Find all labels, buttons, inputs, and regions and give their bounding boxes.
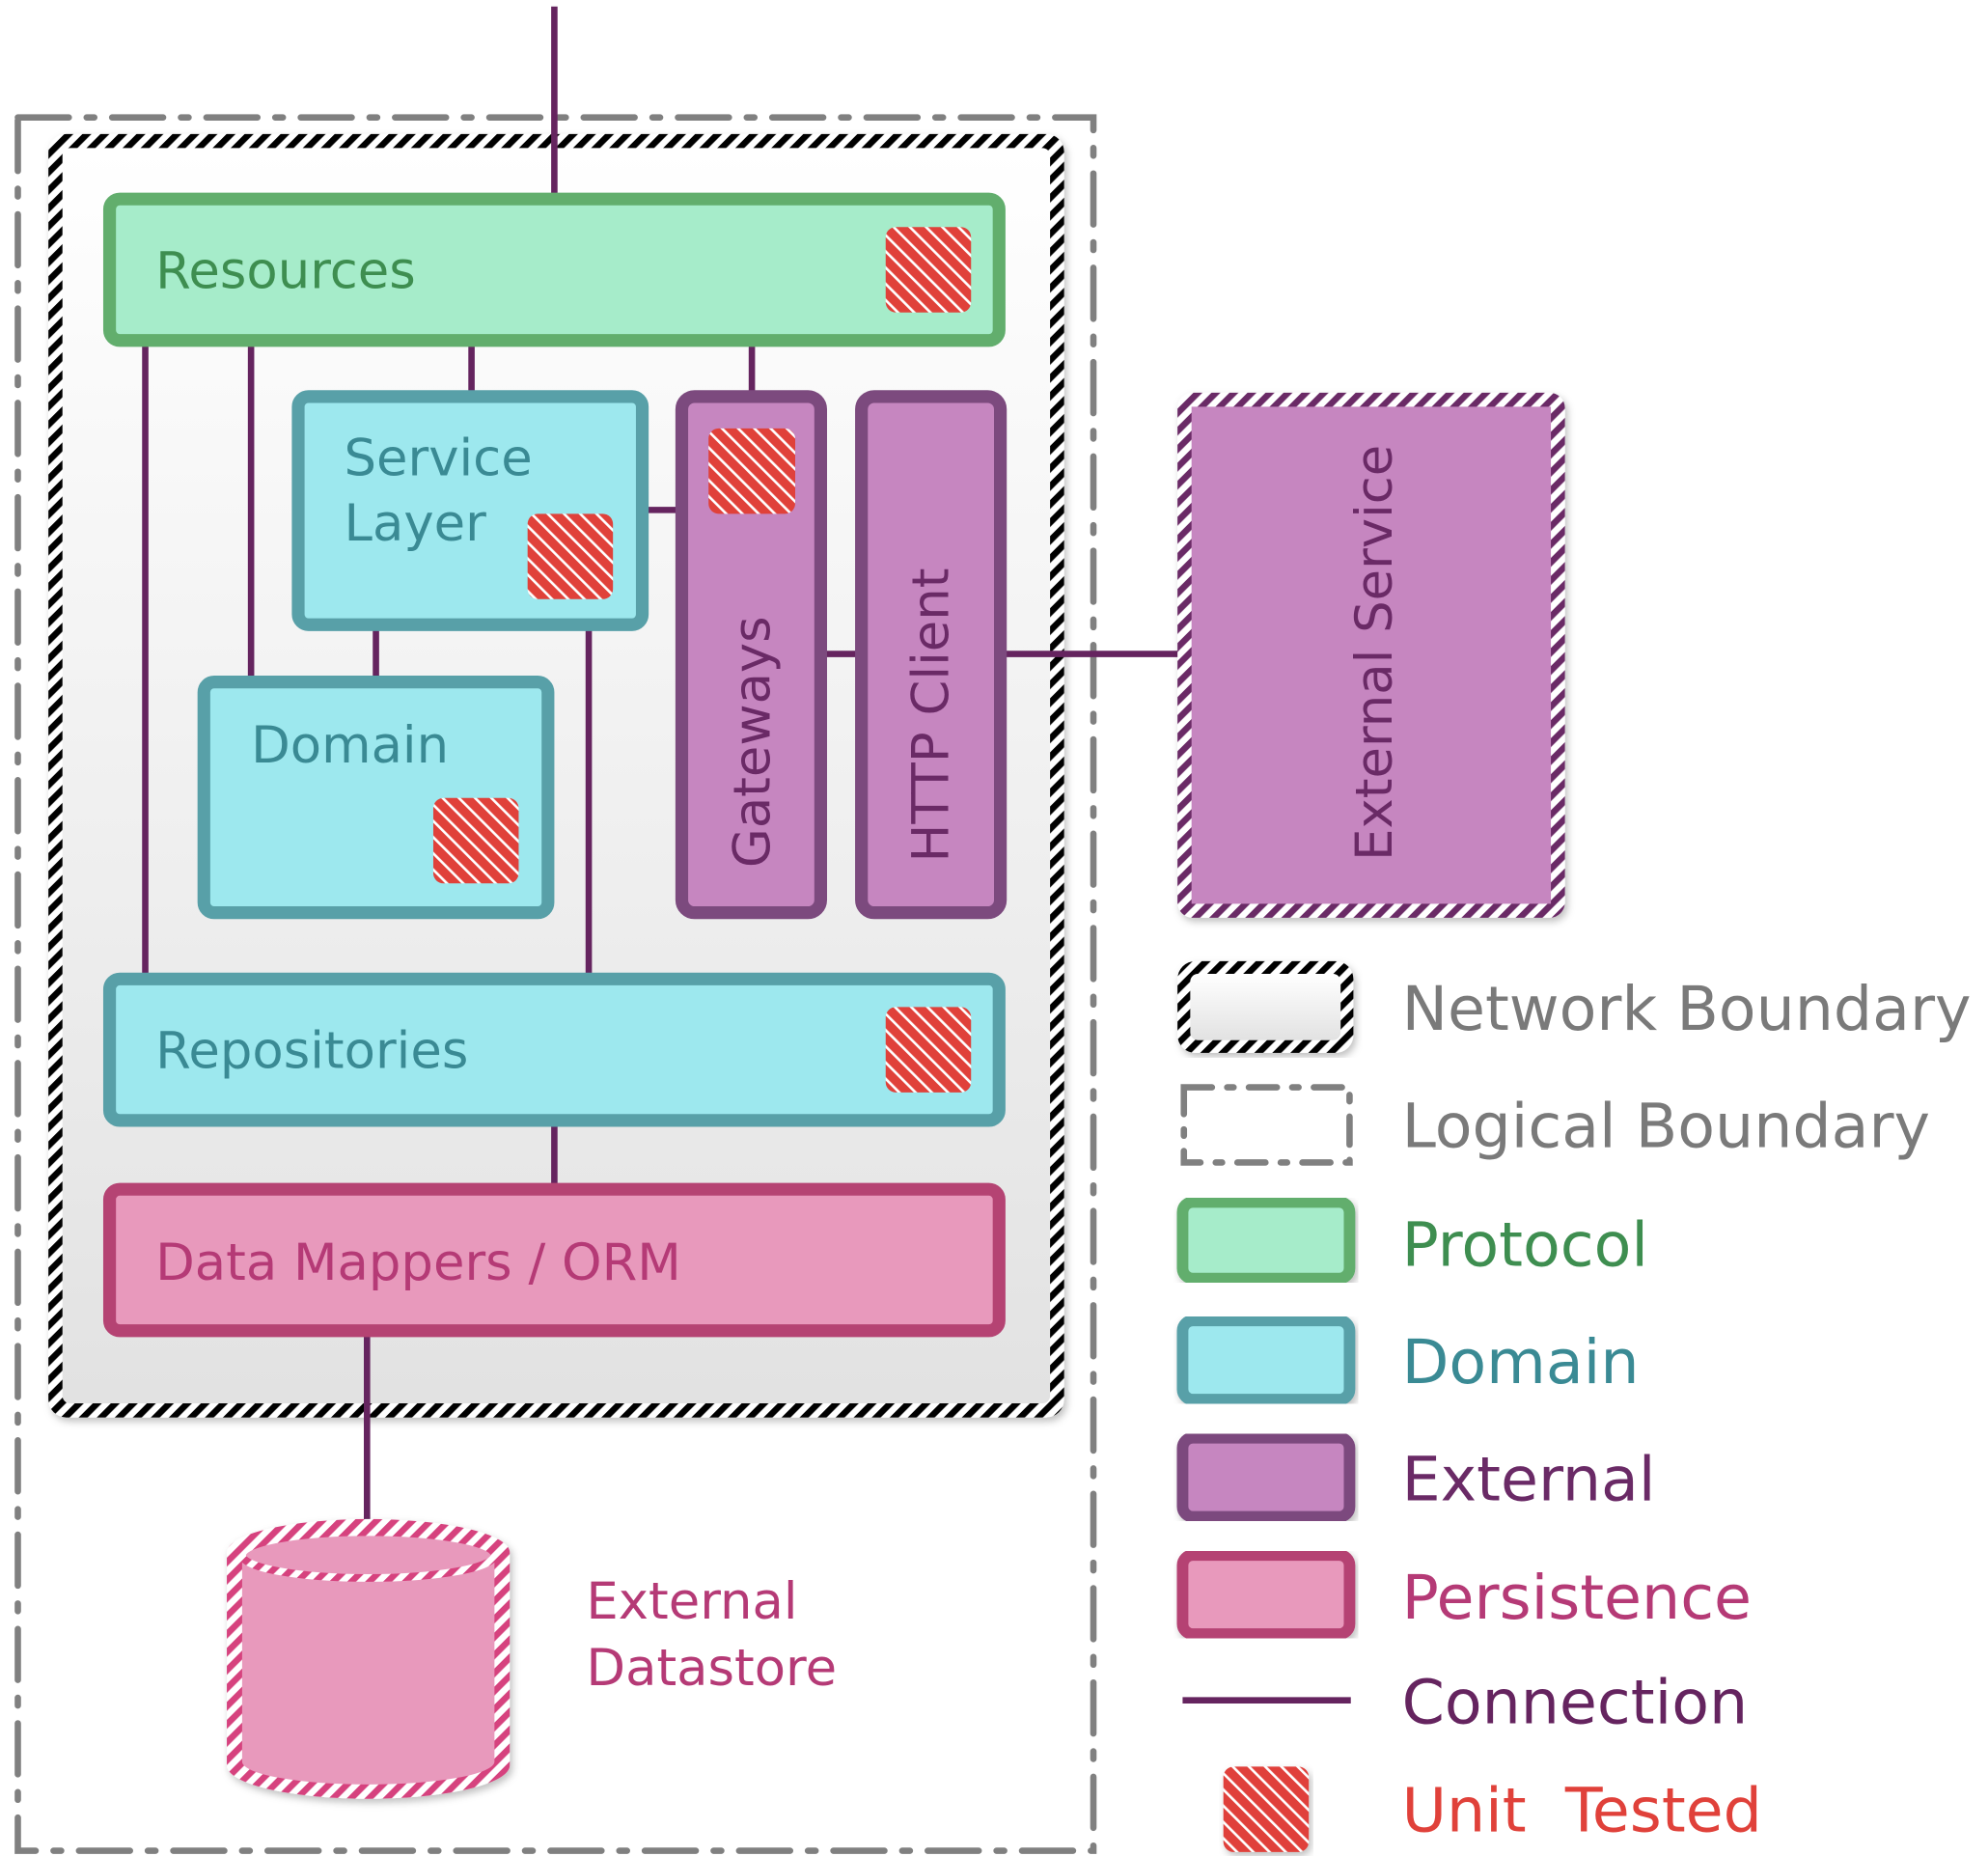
legend-external-label: External <box>1402 1443 1656 1514</box>
http-client-label: HTTP Client <box>901 568 960 863</box>
legend-network-boundary <box>1177 960 1354 1053</box>
legend-protocol-label: Protocol <box>1402 1208 1648 1280</box>
gateways-box: Gateways <box>675 390 828 920</box>
unit-tested-icon <box>885 227 972 313</box>
legend-logical-boundary <box>1180 1084 1353 1166</box>
http-client-box: HTTP Client <box>855 390 1008 920</box>
legend-persistence-swatch <box>1176 1549 1356 1641</box>
legend-logical-boundary-label: Logical Boundary <box>1402 1091 1930 1162</box>
legend-network-boundary-label: Network Boundary <box>1402 973 1972 1044</box>
external-service-box: External Service <box>1177 392 1565 918</box>
data-mappers-box: Data Mappers / ORM <box>102 1182 1006 1338</box>
legend-unit-tested-icon <box>1223 1766 1310 1852</box>
repositories-box: Repositories <box>102 972 1006 1127</box>
legend-persistence-label: Persistence <box>1402 1562 1753 1633</box>
external-service-label: External Service <box>1345 445 1404 861</box>
legend: Network Boundary Logical Boundary Protoc… <box>1176 960 1972 1852</box>
legend-connection-label: Connection <box>1402 1667 1749 1738</box>
legend-domain-swatch <box>1176 1315 1356 1406</box>
datastore-label-1: External <box>586 1572 797 1631</box>
service-layer-label-2: Layer <box>345 494 487 553</box>
datastore-cylinder-icon <box>227 1518 511 1799</box>
repositories-label: Repositories <box>155 1022 468 1081</box>
unit-tested-icon <box>527 513 614 599</box>
architecture-diagram: Resources Service Layer Domain Gateways … <box>14 6 1972 1854</box>
legend-unit-tested-label: Unit Tested <box>1402 1775 1762 1846</box>
legend-protocol-swatch <box>1176 1196 1356 1285</box>
service-layer-label-1: Service <box>345 429 533 488</box>
domain-label: Domain <box>251 716 449 775</box>
unit-tested-icon <box>432 797 519 884</box>
legend-domain-label: Domain <box>1402 1326 1640 1398</box>
gateways-label: Gateways <box>724 616 783 868</box>
data-mappers-label: Data Mappers / ORM <box>155 1233 681 1292</box>
resources-label: Resources <box>155 242 416 301</box>
resources-box: Resources <box>102 192 1006 347</box>
unit-tested-icon <box>708 428 795 514</box>
legend-external-swatch <box>1176 1431 1356 1523</box>
domain-box: Domain <box>197 676 555 920</box>
service-layer-box: Service Layer <box>291 390 649 631</box>
unit-tested-icon <box>885 1007 972 1093</box>
datastore-label-2: Datastore <box>586 1639 837 1698</box>
